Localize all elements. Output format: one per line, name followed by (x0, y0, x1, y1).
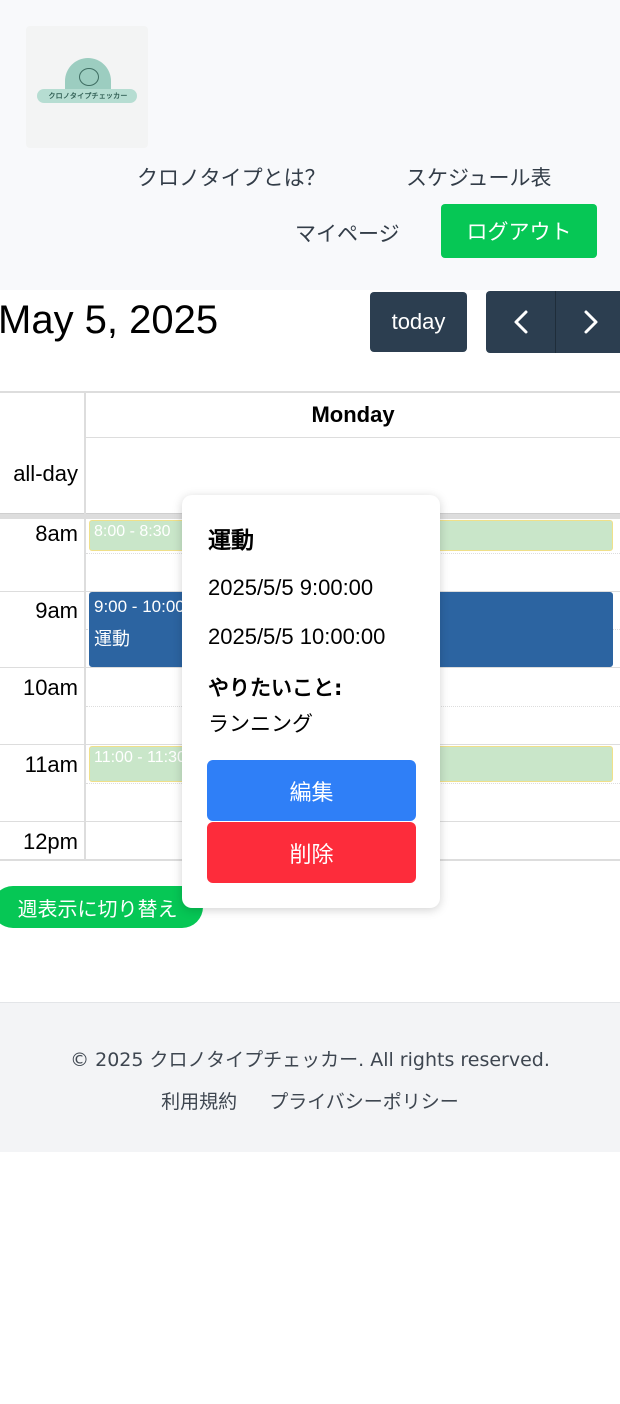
logout-button[interactable]: ログアウト (441, 204, 597, 258)
time-label: 11am (24, 752, 78, 777)
logo-text: クロノタイプチェッカー (48, 92, 128, 100)
time-label: 9am (35, 598, 78, 623)
prev-button[interactable] (486, 291, 556, 353)
logo-globe-icon (79, 68, 99, 86)
popover-end-time: 2025/5/5 10:00:00 (208, 624, 386, 649)
site-header: クロノタイプチェッカー クロノタイプとは？ スケジュール表 マイページ ログアウ… (0, 0, 620, 290)
terms-link[interactable]: 利用規約 (161, 1087, 237, 1114)
time-label: 10am (22, 675, 78, 700)
today-button[interactable]: today (370, 292, 467, 352)
popover-title: 運動 (208, 528, 254, 554)
footer-links: 利用規約 プライバシーポリシー (0, 1087, 620, 1114)
allday-label: all-day (13, 461, 78, 486)
event-detail-popover: 運動 2025/5/5 9:00:00 2025/5/5 10:00:00 やり… (182, 495, 440, 908)
nav-button-group (486, 291, 620, 353)
nav-link-about[interactable]: クロノタイプとは？ (137, 162, 326, 192)
time-label: 12pm (22, 829, 78, 854)
privacy-link[interactable]: プライバシーポリシー (269, 1087, 459, 1114)
calendar-title: May 5, 2025 (0, 298, 219, 342)
day-header: Monday (86, 393, 620, 438)
popover-start-time: 2025/5/5 9:00:00 (208, 575, 374, 600)
popover-want-label: やりたいこと: (208, 676, 343, 700)
site-footer: © 2025 クロノタイプチェッカー. All rights reserved.… (0, 1002, 620, 1152)
edit-button[interactable]: 編集 (207, 760, 416, 821)
time-label: 8am (35, 521, 78, 546)
copyright-text: © 2025 クロノタイプチェッカー. All rights reserved. (70, 1049, 550, 1071)
week-view-toggle-button[interactable]: 週表示に切り替え (0, 886, 203, 928)
nav-link-schedule[interactable]: スケジュール表 (406, 162, 552, 192)
delete-button[interactable]: 削除 (207, 822, 416, 883)
axis-divider (84, 393, 86, 861)
chevron-left-icon (514, 310, 527, 334)
next-button[interactable] (556, 291, 620, 353)
chevron-right-icon (584, 310, 598, 334)
site-logo[interactable]: クロノタイプチェッカー (26, 26, 148, 148)
nav-link-mypage[interactable]: マイページ (295, 218, 400, 248)
popover-want-value: ランニング (208, 712, 313, 736)
